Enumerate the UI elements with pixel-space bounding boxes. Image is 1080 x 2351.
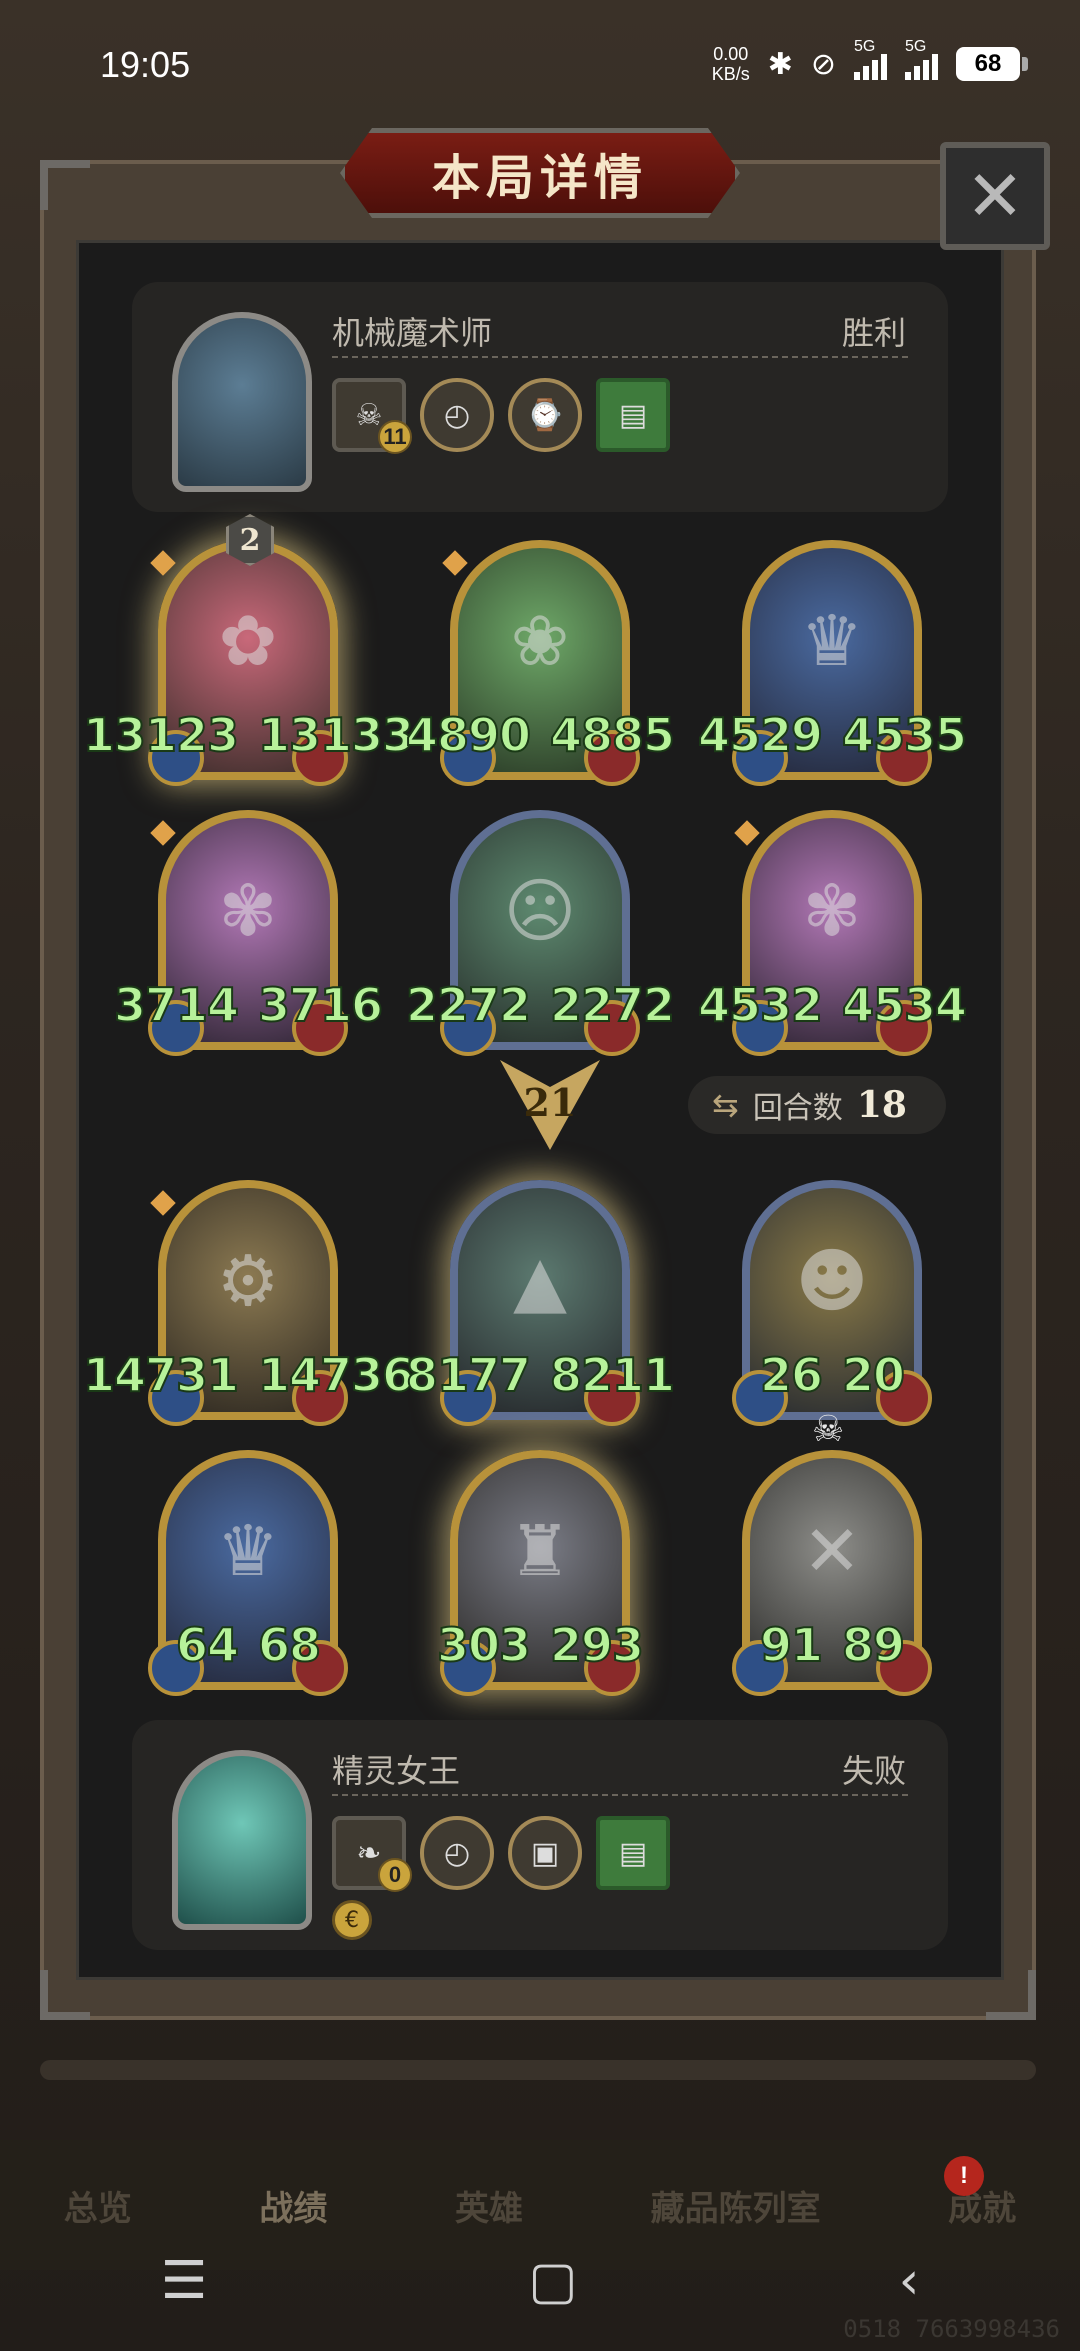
menu-icon[interactable]: ☰ [161, 2251, 208, 2311]
notification-badge: ! [944, 2156, 984, 2196]
panel-footer-strip [40, 2060, 1036, 2080]
unit-health: 20 [841, 1347, 906, 1403]
unit-health: 2272 [549, 977, 676, 1033]
submarine-unit-icon: ⚙ [216, 1240, 280, 1322]
elf-unit-icon: ♛ [800, 600, 864, 682]
book-icon[interactable]: ▤ [596, 378, 670, 452]
bluetooth-icon: ✱ [767, 47, 793, 81]
chest-icon[interactable]: ▣ [508, 1816, 582, 1890]
repeat-icon: ⇆ [712, 1086, 739, 1124]
hero-skill-icon[interactable]: ❧ 0 [332, 1816, 412, 1892]
dialog-title: 本局详情 [431, 150, 648, 206]
flower-unit-icon: ✿ [218, 600, 278, 682]
frame-corner [40, 160, 90, 210]
unit-attack: 26 [759, 1347, 824, 1403]
elf-unit-icon: ♛ [216, 1510, 280, 1592]
match-result: 失败 [841, 1752, 906, 1790]
unit-attack: 4529 [697, 707, 824, 763]
round-count: 18 [856, 1084, 907, 1126]
clock-monster-unit-icon: ☹ [503, 870, 577, 952]
unit-card[interactable]: ❀ 4890 4885 [405, 540, 676, 786]
match-result: 胜利 [841, 314, 906, 352]
unit-card[interactable]: ✾ 3714 3716 [113, 810, 384, 1056]
unit-attack: 91 [759, 1617, 824, 1673]
unit-health: 293 [549, 1617, 645, 1673]
unit-attack: 64 [175, 1617, 240, 1673]
round-label: 回合数 [752, 1091, 843, 1126]
pocket-watch-icon[interactable]: ◴ [420, 1816, 494, 1890]
dialog-title-plate: 本局详情 [340, 128, 740, 218]
unit-card[interactable]: ☻ 26 20 ☠ [732, 1180, 932, 1450]
net-speed: 0.00 KB/s [711, 44, 750, 84]
watermark: 0518 7663998436 [843, 2315, 1060, 2343]
unit-attack: 8177 [405, 1347, 532, 1403]
unit-health: 4534 [841, 977, 968, 1033]
signal-icon: 5G [905, 38, 938, 80]
divider [332, 1794, 908, 1796]
unit-attack: 13123 [82, 707, 240, 763]
hero-skill-icon[interactable]: ☠ 11 [332, 378, 412, 454]
player-name: 精灵女王 [332, 1752, 461, 1790]
unit-health: 4535 [841, 707, 968, 763]
back-icon[interactable]: ‹ [899, 2251, 920, 2311]
round-counter: ⇆ 回合数 18 [688, 1076, 946, 1134]
signal-icon: 5G [854, 38, 887, 80]
unit-attack: 303 [436, 1617, 532, 1673]
unit-card[interactable]: ✕ 91 89 [732, 1450, 932, 1696]
unit-attack: 14731 [82, 1347, 240, 1403]
winner-player-card: 机械魔术师 胜利 ☠ 11 ◴ ⌚ ▤ [132, 282, 948, 512]
battery-icon: 68 [956, 47, 1028, 81]
unit-card[interactable]: ♛ 4529 4535 [697, 540, 968, 786]
unit-health: 13133 [257, 707, 415, 763]
unit-card[interactable]: ✾ 4532 4534 [697, 810, 968, 1056]
unit-card[interactable]: ☹ 2272 2272 [405, 810, 676, 1056]
unit-attack: 4532 [697, 977, 824, 1033]
status-icons: 0.00 KB/s ✱ ⊘ 5G 5G 68 [711, 38, 1028, 84]
mute-icon: ⊘ [810, 47, 836, 81]
unit-card[interactable]: ♛ 64 68 [148, 1450, 348, 1696]
clock: 19:05 [100, 44, 191, 85]
loser-player-card: 精灵女王 失败 ❧ 0 ◴ ▣ ▤ € [132, 1720, 948, 1950]
unit-card[interactable]: ♜ 303 293 [436, 1450, 645, 1696]
clock-icon[interactable]: ⌚ [508, 378, 582, 452]
player-items: ❧ 0 ◴ ▣ ▤ [332, 1816, 670, 1892]
unit-health: 3716 [257, 977, 384, 1033]
book-icon[interactable]: ▤ [596, 1816, 670, 1890]
close-button[interactable]: ✕ [940, 142, 1050, 250]
robot-unit-icon: ☻ [795, 1240, 869, 1322]
unit-card[interactable]: ⚙ 14731 14736 [82, 1180, 415, 1426]
unit-attack: 4890 [405, 707, 532, 763]
player-items: ☠ 11 ◴ ⌚ ▤ [332, 378, 670, 454]
home-icon[interactable]: ▢ [528, 2251, 577, 2311]
unit-attack: 3714 [113, 977, 240, 1033]
unit-card[interactable]: ✿ 2 13123 13133 [82, 514, 415, 786]
unit-health: 14736 [257, 1347, 415, 1403]
status-bar: 19:05 0.00 KB/s ✱ ⊘ 5G 5G 68 [0, 0, 1080, 100]
painter-robot-unit-icon: ♜ [508, 1510, 572, 1592]
player-avatar[interactable] [172, 312, 312, 492]
unit-health: 8211 [549, 1347, 676, 1403]
windmill-unit-icon: ✕ [802, 1510, 862, 1592]
unit-health: 68 [257, 1617, 322, 1673]
pocket-watch-icon[interactable]: ◴ [420, 378, 494, 452]
lotus-unit-icon: ✾ [802, 870, 862, 952]
skull-icon: ☠ [812, 1409, 845, 1450]
unit-card[interactable]: ▲ 8177 8211 [405, 1180, 676, 1426]
coin-icon: € [332, 1900, 372, 1940]
unit-health: 89 [841, 1617, 906, 1673]
lotus-unit-icon: ✾ [218, 870, 278, 952]
player-name: 机械魔术师 [332, 314, 493, 352]
turn-marker-number: 21 [523, 1080, 577, 1125]
dryad-unit-icon: ❀ [510, 600, 570, 682]
unit-health: 4885 [549, 707, 676, 763]
player-avatar[interactable] [172, 1750, 312, 1930]
shark-unit-icon: ▲ [513, 1240, 567, 1322]
divider [332, 356, 908, 358]
close-icon: ✕ [965, 155, 1025, 237]
unit-attack: 2272 [405, 977, 532, 1033]
